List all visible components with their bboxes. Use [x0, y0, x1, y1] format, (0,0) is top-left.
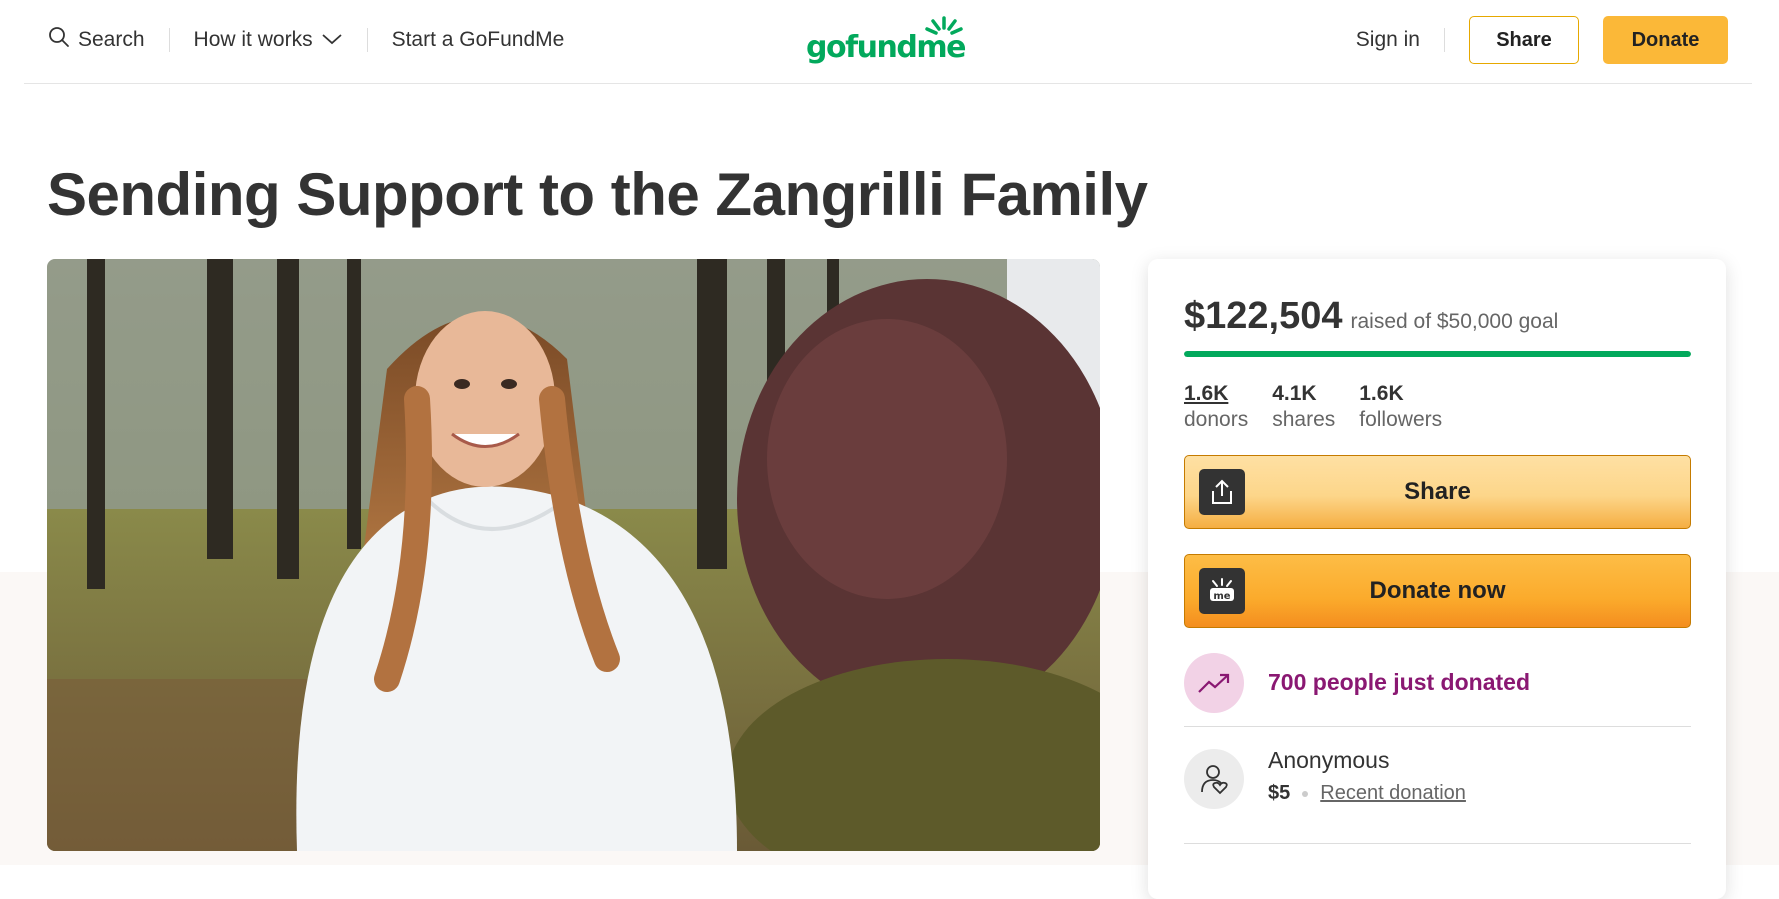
gofundme-me-icon: me	[1199, 568, 1245, 614]
donor-info: Anonymous $5 Recent donation	[1268, 743, 1466, 843]
how-it-works-label: How it works	[193, 28, 313, 51]
share-button-label: Share	[1404, 478, 1471, 505]
top-navigation: Search How it works Start a GoFundMe gof…	[24, 0, 1752, 84]
gofundme-logo[interactable]: gofundme	[806, 16, 976, 66]
stat-followers-value: 1.6K	[1359, 382, 1404, 405]
donate-now-label: Donate now	[1369, 577, 1506, 604]
donation-card: $122,504 raised of $50,000 goal 1.6K don…	[1148, 259, 1726, 899]
stat-followers: 1.6K followers	[1359, 381, 1442, 433]
stat-shares-value: 4.1K	[1272, 382, 1317, 405]
stat-donors-value: 1.6K	[1184, 382, 1229, 405]
nav-divider	[1444, 28, 1445, 52]
start-gofundme-label: Start a GoFundMe	[391, 28, 565, 51]
campaign-title: Sending Support to the Zangrilli Family	[47, 161, 1148, 228]
donor-heart-icon	[1184, 749, 1244, 809]
nav-left-group: Search How it works Start a GoFundMe	[48, 22, 588, 58]
recent-donation-link[interactable]: Recent donation	[1320, 782, 1466, 805]
search-icon	[48, 26, 70, 54]
donor-name: Anonymous	[1268, 747, 1390, 773]
progress-bar-fill	[1184, 351, 1691, 357]
stat-shares: 4.1K shares	[1272, 381, 1335, 433]
svg-text:me: me	[1213, 591, 1230, 602]
nav-right-group: Sign in Share Donate	[1356, 16, 1728, 64]
sign-in-link[interactable]: Sign in	[1356, 28, 1444, 52]
stat-donors-label: donors	[1184, 408, 1249, 431]
donor-amount: $5	[1268, 782, 1291, 804]
stat-shares-label: shares	[1272, 408, 1336, 431]
share-upload-icon	[1199, 469, 1245, 515]
logo-burst-icon	[924, 16, 964, 38]
share-button[interactable]: Share	[1184, 455, 1691, 529]
chevron-down-icon	[321, 28, 343, 52]
recent-donation-item: Anonymous $5 Recent donation	[1184, 743, 1691, 844]
goal-text: raised of $50,000 goal	[1350, 310, 1559, 333]
amount-row: $122,504 raised of $50,000 goal	[1184, 295, 1558, 338]
recent-activity-banner: 700 people just donated	[1184, 653, 1691, 727]
trend-text: 700 people just donated	[1268, 669, 1530, 695]
amount-raised: $122,504	[1184, 295, 1343, 337]
header-share-button[interactable]: Share	[1469, 16, 1579, 64]
donor-meta: $5 Recent donation	[1268, 782, 1466, 805]
separator-dot	[1302, 790, 1309, 797]
trending-up-icon	[1184, 653, 1244, 713]
search-label: Search	[78, 28, 145, 51]
campaign-stats: 1.6K donors 4.1K shares 1.6K followers	[1184, 381, 1442, 433]
stat-donors[interactable]: 1.6K donors	[1184, 381, 1248, 433]
donate-now-button[interactable]: me Donate now	[1184, 554, 1691, 628]
start-gofundme-link[interactable]: Start a GoFundMe	[368, 22, 589, 58]
stat-followers-label: followers	[1359, 408, 1443, 431]
campaign-photo[interactable]	[47, 259, 1100, 851]
search-button[interactable]: Search	[48, 22, 169, 58]
header-donate-button[interactable]: Donate	[1603, 16, 1728, 64]
progress-bar	[1184, 351, 1691, 357]
how-it-works-dropdown[interactable]: How it works	[170, 22, 367, 58]
